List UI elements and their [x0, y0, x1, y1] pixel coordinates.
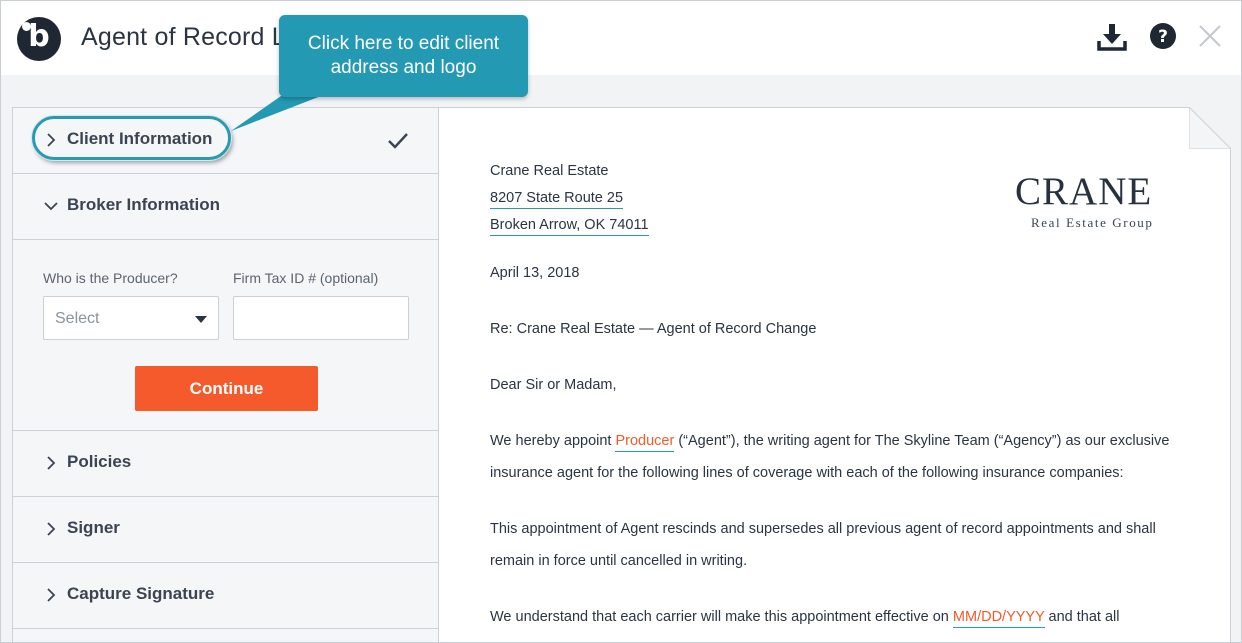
address-line-2[interactable]: Broken Arrow, OK 74011	[490, 217, 649, 236]
document-preview: Crane Real Estate 8207 State Route 25 Br…	[439, 107, 1231, 642]
producer-select-value: Select	[55, 310, 100, 327]
accordion-policies[interactable]: Policies	[13, 431, 438, 497]
svg-text:?: ?	[1158, 27, 1168, 47]
highlight-ring	[32, 116, 231, 160]
producer-field[interactable]: Producer	[615, 433, 675, 452]
effective-date-field[interactable]: MM/DD/YYYY	[952, 609, 1045, 628]
letter-date: April 13, 2018	[490, 265, 580, 281]
chevron-down-icon	[44, 202, 58, 211]
accordion-client-information[interactable]: Client Information	[13, 108, 438, 174]
accordion-broker-information[interactable]: Broker Information	[13, 174, 438, 240]
address-line-2-text: Broken Arrow, OK 74011	[490, 217, 649, 236]
accordion-label: Policies	[67, 452, 132, 471]
checkmark-icon	[388, 133, 408, 149]
text-span: We understand that each carrier will mak…	[490, 609, 953, 625]
letter-salutation: Dear Sir or Madam,	[490, 377, 617, 393]
paragraph-3-line-1: We understand that each carrier will mak…	[490, 609, 1120, 628]
app-logo: b	[17, 17, 61, 61]
header-bar: b Agent of Record L ?	[1, 1, 1241, 75]
accordion-label: Broker Information	[67, 195, 221, 214]
tax-id-label: Firm Tax ID # (optional)	[233, 270, 379, 286]
help-tooltip: Click here to edit client address and lo…	[279, 15, 528, 97]
address-line-1-text: 8207 State Route 25	[490, 190, 624, 209]
address-line-1[interactable]: 8207 State Route 25	[490, 190, 624, 209]
close-icon[interactable]	[1195, 21, 1227, 53]
page-title: Agent of Record L	[81, 23, 286, 51]
accordion-capture-signature[interactable]: Capture Signature	[13, 563, 438, 629]
paragraph-2-line-1: This appointment of Agent rescinds and s…	[490, 521, 1156, 537]
caret-down-icon	[195, 316, 207, 323]
text-span: We hereby appoint	[490, 433, 616, 449]
producer-select[interactable]: Select	[43, 296, 219, 340]
continue-button[interactable]: Continue	[135, 366, 318, 411]
accordion-label: Signer	[67, 518, 120, 537]
chevron-right-icon	[47, 522, 56, 536]
logo-subtitle: Real Estate Group	[1031, 215, 1154, 230]
text-span: (“Agent”), the writing agent for The Sky…	[674, 433, 1170, 449]
producer-label: Who is the Producer?	[43, 270, 178, 286]
logo-wordmark: CRANE	[1015, 170, 1153, 213]
logo-letter: b	[28, 19, 50, 54]
logo-dot	[22, 22, 31, 31]
form-sidebar: Client Information Broker Information Wh…	[12, 107, 439, 642]
page-fold-corner	[1189, 107, 1231, 149]
chevron-right-icon	[47, 456, 56, 470]
chevron-right-icon	[47, 588, 56, 602]
broker-information-panel: Who is the Producer? Firm Tax ID # (opti…	[13, 240, 438, 431]
help-icon[interactable]: ?	[1148, 21, 1180, 53]
paragraph-1-line-2: insurance agent for the following lines …	[490, 465, 1124, 481]
accordion-label: Capture Signature	[67, 584, 215, 603]
tax-id-input[interactable]	[233, 296, 409, 340]
app-window: b Agent of Record L ? Client Information…	[0, 0, 1242, 643]
client-name: Crane Real Estate	[490, 163, 609, 179]
text-span: and that all	[1044, 609, 1120, 625]
download-icon[interactable]	[1096, 21, 1128, 53]
tooltip-line-1: Click here to edit client	[307, 33, 500, 54]
tooltip-line-2: address and logo	[330, 57, 477, 78]
paragraph-2-line-2: remain in force until cancelled in writi…	[490, 553, 748, 569]
client-logo[interactable]: CRANE Real Estate Group	[1013, 163, 1173, 233]
accordion-signer[interactable]: Signer	[13, 497, 438, 563]
paragraph-1-line-1: We hereby appoint Producer (“Agent”), th…	[490, 433, 1170, 452]
letter-subject: Re: Crane Real Estate — Agent of Record …	[490, 321, 817, 337]
